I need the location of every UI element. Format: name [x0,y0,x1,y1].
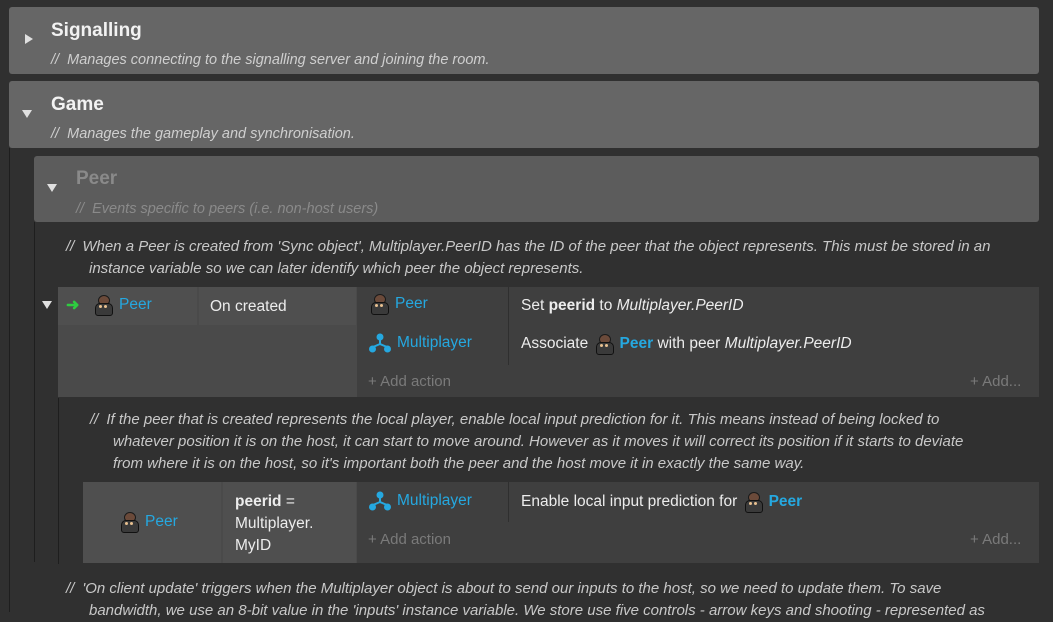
event-collapse-icon[interactable] [42,301,52,309]
group-description: // Manages connecting to the signalling … [51,52,490,68]
group-description: // Events specific to peers (i.e. non-ho… [76,201,379,217]
group-game[interactable]: Game // Manages the gameplay and synchro… [9,81,1039,148]
expand-triangle-icon[interactable] [25,34,33,44]
peer-sprite-icon [742,491,764,513]
peer-sprite-icon [118,511,140,533]
condition-object[interactable]: Peer [118,511,178,533]
action-object-multiplayer[interactable]: Multiplayer [369,491,472,511]
collapse-triangle-icon[interactable] [22,110,32,118]
event-comment[interactable]: //If the peer that is created represents… [90,409,1040,475]
action-text[interactable]: Associate Peer with peer Multiplayer.Pee… [521,333,852,355]
group-title: Peer [76,168,118,189]
peer-sprite-icon [368,293,390,315]
tree-line [58,398,59,564]
peer-sprite-icon [92,294,114,316]
group-description: // Manages the gameplay and synchronisat… [51,126,355,142]
add-more-button[interactable]: + Add... [970,373,1021,390]
peer-sprite-icon [593,333,615,355]
action-text[interactable]: Enable local input prediction for Peer [521,491,802,513]
group-title: Signalling [51,20,142,41]
action-text[interactable]: Set peerid to Multiplayer.PeerID [521,297,744,315]
condition-object[interactable]: Peer [92,294,152,316]
collapse-triangle-icon[interactable] [47,184,57,192]
group-peer[interactable]: Peer // Events specific to peers (i.e. n… [34,156,1039,222]
action-separator [508,482,509,522]
condition-text[interactable]: peerid = Multiplayer. MyID [235,491,313,557]
action-separator [508,287,509,365]
group-signalling[interactable]: Signalling // Manages connecting to the … [9,7,1039,74]
condition-text[interactable]: On created [210,298,287,316]
green-arrow-icon: ➜ [66,297,80,314]
tree-line [34,222,35,562]
multiplayer-network-icon [369,491,391,511]
group-title: Game [51,94,104,115]
tree-line [9,148,10,612]
add-more-button[interactable]: + Add... [970,531,1021,548]
event-comment[interactable]: //When a Peer is created from 'Sync obje… [66,236,1046,280]
action-object-multiplayer[interactable]: Multiplayer [369,333,472,353]
action-object-peer[interactable]: Peer [368,293,428,315]
multiplayer-network-icon [369,333,391,353]
add-action-button[interactable]: + Add action [368,373,451,390]
add-action-button[interactable]: + Add action [368,531,451,548]
event-comment[interactable]: //'On client update' triggers when the M… [66,578,1046,622]
